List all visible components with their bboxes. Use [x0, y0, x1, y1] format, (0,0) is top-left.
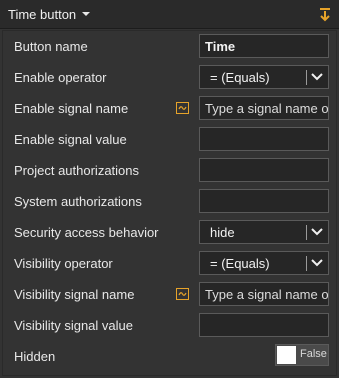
enable-signal-name-label: Enable signal name	[14, 101, 129, 116]
hidden-label: Hidden	[14, 349, 56, 364]
enable-operator-select[interactable]: = (Equals)	[199, 65, 329, 89]
visibility-operator-value: = (Equals)	[210, 256, 270, 271]
chevron-down-icon[interactable]	[310, 227, 324, 237]
visibility-operator-select[interactable]: = (Equals)	[199, 251, 329, 275]
security-access-behavior-value: hide	[210, 225, 235, 240]
hidden-toggle-text: False	[300, 348, 327, 360]
panel-header: Time button	[0, 0, 339, 29]
toggle-knob	[277, 346, 296, 364]
properties-body: Button name Time Enable operator = (Equa…	[2, 30, 337, 376]
caret-down-icon[interactable]	[80, 8, 92, 20]
enable-operator-value: = (Equals)	[210, 70, 270, 85]
panel-title: Time button	[8, 7, 77, 22]
security-access-behavior-label: Security access behavior	[14, 225, 159, 240]
row-button-name: Button name Time	[3, 31, 338, 62]
enable-operator-label: Enable operator	[14, 70, 107, 85]
button-name-label: Button name	[14, 39, 88, 54]
chevron-down-icon[interactable]	[310, 258, 324, 268]
visibility-signal-name-label: Visibility signal name	[14, 287, 135, 302]
row-security-access-behavior: Security access behavior hide	[3, 217, 338, 248]
security-access-behavior-select[interactable]: hide	[199, 220, 329, 244]
enable-signal-value-label: Enable signal value	[14, 132, 127, 147]
row-visibility-signal-name: Visibility signal name Type a signal nam…	[3, 279, 338, 310]
row-system-authorizations: System authorizations	[3, 186, 338, 217]
row-enable-signal-value: Enable signal value	[3, 124, 338, 155]
visibility-signal-name-input[interactable]: Type a signal name or select one	[199, 282, 329, 306]
enable-signal-value-input[interactable]	[199, 127, 329, 151]
signal-icon[interactable]	[176, 288, 189, 300]
enable-signal-name-input[interactable]: Type a signal name or select one	[199, 96, 329, 120]
row-project-authorizations: Project authorizations	[3, 155, 338, 186]
project-authorizations-input[interactable]	[199, 158, 329, 182]
pin-icon[interactable]	[318, 7, 332, 23]
project-authorizations-label: Project authorizations	[14, 163, 140, 178]
row-visibility-operator: Visibility operator = (Equals)	[3, 248, 338, 279]
visibility-signal-value-input[interactable]	[199, 313, 329, 337]
system-authorizations-input[interactable]	[199, 189, 329, 213]
system-authorizations-label: System authorizations	[14, 194, 142, 209]
chevron-down-icon[interactable]	[310, 72, 324, 82]
select-divider	[306, 256, 307, 271]
row-hidden: Hidden False	[3, 341, 338, 372]
properties-panel: Time button Button name Time Enable oper…	[0, 0, 339, 378]
row-visibility-signal-value: Visibility signal value	[3, 310, 338, 341]
select-divider	[306, 225, 307, 240]
visibility-operator-label: Visibility operator	[14, 256, 113, 271]
row-enable-operator: Enable operator = (Equals)	[3, 62, 338, 93]
signal-icon[interactable]	[176, 102, 189, 114]
select-divider	[306, 70, 307, 85]
row-enable-signal-name: Enable signal name Type a signal name or…	[3, 93, 338, 124]
hidden-toggle[interactable]: False	[275, 344, 329, 366]
button-name-input[interactable]: Time	[199, 34, 329, 58]
visibility-signal-value-label: Visibility signal value	[14, 318, 133, 333]
